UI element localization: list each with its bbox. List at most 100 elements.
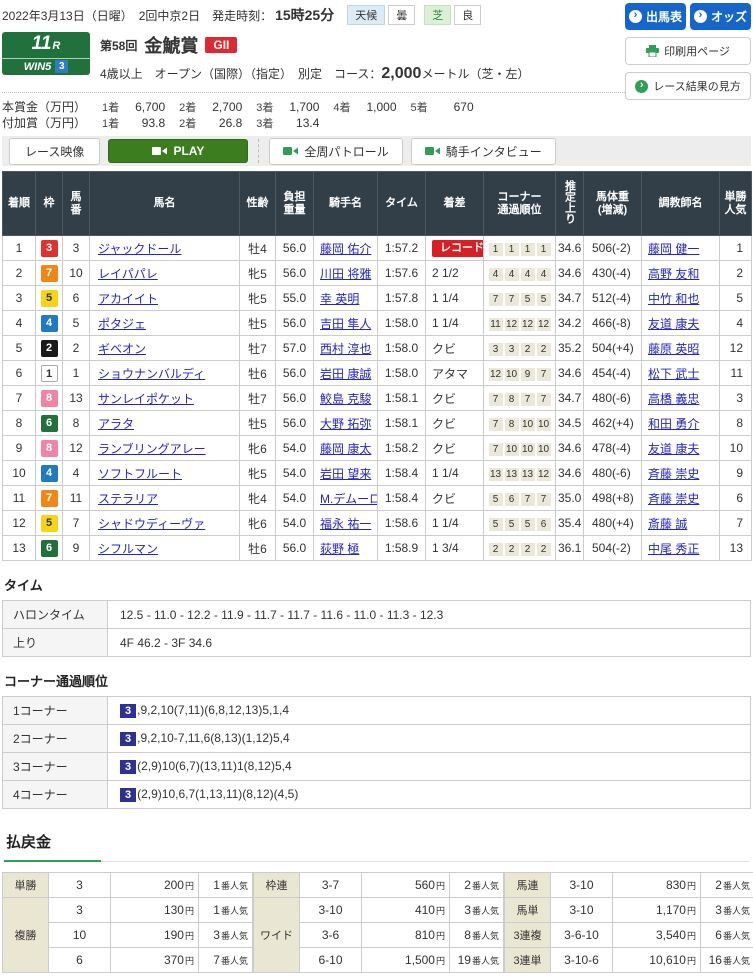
horse-name-cell: シフルマン (90, 536, 240, 561)
popularity-suffix: 番人気 (723, 906, 750, 916)
race-edition: 第58回 (100, 37, 137, 54)
horse-weight: 504(-2) (584, 536, 642, 561)
trainer-link[interactable]: 斉藤 崇史 (648, 492, 699, 506)
jockey-link[interactable]: 吉田 隼人 (320, 317, 371, 331)
finish-position: 11 (3, 486, 36, 511)
result-row: 868アラタ牡556.0大野 拓弥1:58.1クビ78101034.5462(+… (3, 411, 752, 436)
trainer-link[interactable]: 和田 勇介 (648, 417, 699, 431)
horse-weight: 512(-4) (584, 286, 642, 311)
trainer-link[interactable]: 友道 康夫 (648, 442, 699, 456)
bet-type-label: 馬単 (505, 898, 551, 923)
trainer-cell: 斉藤 崇史 (642, 461, 720, 486)
horse-name-link[interactable]: アラタ (98, 417, 134, 431)
corner-label: 1コーナー (3, 697, 108, 725)
jockey-interview-button[interactable]: 騎手インタビュー (411, 138, 556, 165)
jockey-link[interactable]: 藤岡 康太 (320, 442, 371, 456)
results-guide-button[interactable]: ›レース結果の見方 (625, 72, 751, 100)
sex-age: 牡4 (240, 236, 276, 261)
trainer-link[interactable]: 斎藤 誠 (648, 517, 687, 531)
jockey-link[interactable]: 荻野 極 (320, 542, 359, 556)
record-badge: レコード (432, 240, 484, 257)
horse-name-link[interactable]: ショウナンバルディ (98, 367, 205, 381)
video-bar: レース映像 PLAY 全周パトロール 騎手インタビュー (2, 136, 751, 166)
horse-name-link[interactable]: サンレイポケット (98, 392, 194, 406)
trainer-link[interactable]: 斉藤 崇史 (648, 467, 699, 481)
finish-time: 1:58.1 (378, 386, 426, 411)
odds-button[interactable]: ›オッズ (690, 3, 751, 30)
jockey-link[interactable]: 岩田 望来 (320, 467, 371, 481)
finish-position: 13 (3, 536, 36, 561)
time-label: 上り (3, 629, 108, 657)
video-camera-icon (425, 146, 440, 156)
entry-table-button[interactable]: ›出馬表 (625, 3, 686, 30)
horse-name-link[interactable]: ソフトフルート (98, 467, 182, 481)
horse-number: 3 (63, 236, 90, 261)
col-sex-age: 性齢 (240, 172, 276, 236)
popularity-suffix: 番人気 (221, 931, 248, 941)
jockey-link[interactable]: 鮫島 克駿 (320, 392, 371, 406)
corner-pos-box: 12 (489, 368, 503, 381)
sex-age: 牡7 (240, 386, 276, 411)
horse-name-link[interactable]: ランブリングアレー (98, 442, 206, 456)
finish-time: 1:57.2 (378, 236, 426, 261)
payout-row: 馬連3-10830円2番人気 (505, 873, 753, 898)
yen-suffix: 円 (687, 906, 696, 916)
play-button[interactable]: PLAY (108, 139, 248, 163)
jockey-link[interactable]: 福永 祐一 (320, 517, 371, 531)
jockey-link[interactable]: 西村 淳也 (320, 342, 371, 356)
print-page-button[interactable]: 印刷用ページ (625, 37, 751, 65)
result-row: 1257シャドウディーヴァ牝654.0福永 祐一1:58.61 1/455563… (3, 511, 752, 536)
trainer-link[interactable]: 中尾 秀正 (648, 542, 699, 556)
turf-condition: 良 (454, 5, 481, 25)
horse-name-link[interactable]: シフルマン (98, 542, 158, 556)
jockey-link[interactable]: 岩田 康誠 (320, 367, 371, 381)
bet-type-label: 複勝 (3, 898, 49, 973)
corner-order-value: 3,9,2,10-7,11,6(8,13)(1,12)5,4 (108, 725, 751, 753)
horse-name-link[interactable]: ジャックドール (98, 242, 181, 256)
popularity-suffix: 番人気 (472, 931, 499, 941)
carried-weight: 54.0 (276, 461, 314, 486)
horse-name-link[interactable]: シャドウディーヴァ (98, 517, 205, 531)
bet-combination: 3 (49, 898, 111, 923)
horse-number: 8 (63, 411, 90, 436)
col-frame: 枠 (36, 172, 63, 236)
prize-value: 1,000 (351, 100, 397, 115)
jockey-link[interactable]: M.デムーロ (320, 492, 378, 506)
corner-positions: 13131312 (484, 461, 556, 486)
horse-name-link[interactable]: アカイイト (98, 292, 158, 306)
last-3f: 34.6 (556, 436, 584, 461)
trainer-link[interactable]: 藤原 英昭 (648, 342, 699, 356)
jockey-link[interactable]: 幸 英明 (320, 292, 359, 306)
horse-number: 7 (63, 511, 90, 536)
corner-pos-box: 2 (505, 543, 519, 556)
jockey-cell: 西村 淳也 (314, 336, 378, 361)
corner-pos-box: 7 (489, 393, 503, 406)
frame-badge: 2 (41, 340, 58, 357)
trainer-link[interactable]: 藤岡 健一 (648, 242, 699, 256)
trainer-link[interactable]: 友道 康夫 (648, 317, 699, 331)
bet-combination: 3-10 (551, 873, 613, 898)
patrol-video-button[interactable]: 全周パトロール (269, 138, 402, 165)
last-3f: 34.2 (556, 311, 584, 336)
trainer-link[interactable]: 高橋 義忠 (648, 392, 699, 406)
yen-suffix: 円 (185, 956, 194, 966)
prize-value: 1,700 (273, 100, 319, 115)
horse-name-link[interactable]: ギベオン (98, 342, 146, 356)
horse-number: 4 (63, 461, 90, 486)
trainer-link[interactable]: 中竹 和也 (648, 292, 699, 306)
turf-label: 芝 (424, 5, 451, 25)
last-3f: 34.6 (556, 261, 584, 286)
horse-name-link[interactable]: レイパパレ (98, 267, 158, 281)
win-popularity: 1 (720, 236, 752, 261)
print-page-label: 印刷用ページ (664, 43, 730, 59)
trainer-link[interactable]: 松下 武士 (648, 367, 699, 381)
trainer-link[interactable]: 高野 友和 (648, 267, 699, 281)
horse-name-link[interactable]: ステラリア (98, 492, 158, 506)
horse-name-link[interactable]: ポタジェ (98, 317, 146, 331)
corner-label: 2コーナー (3, 725, 108, 753)
carried-weight: 54.0 (276, 511, 314, 536)
jockey-link[interactable]: 川田 将雅 (320, 267, 371, 281)
jockey-link[interactable]: 藤岡 佑介 (320, 242, 371, 256)
trainer-cell: 高橋 義忠 (642, 386, 720, 411)
jockey-link[interactable]: 大野 拓弥 (320, 417, 371, 431)
